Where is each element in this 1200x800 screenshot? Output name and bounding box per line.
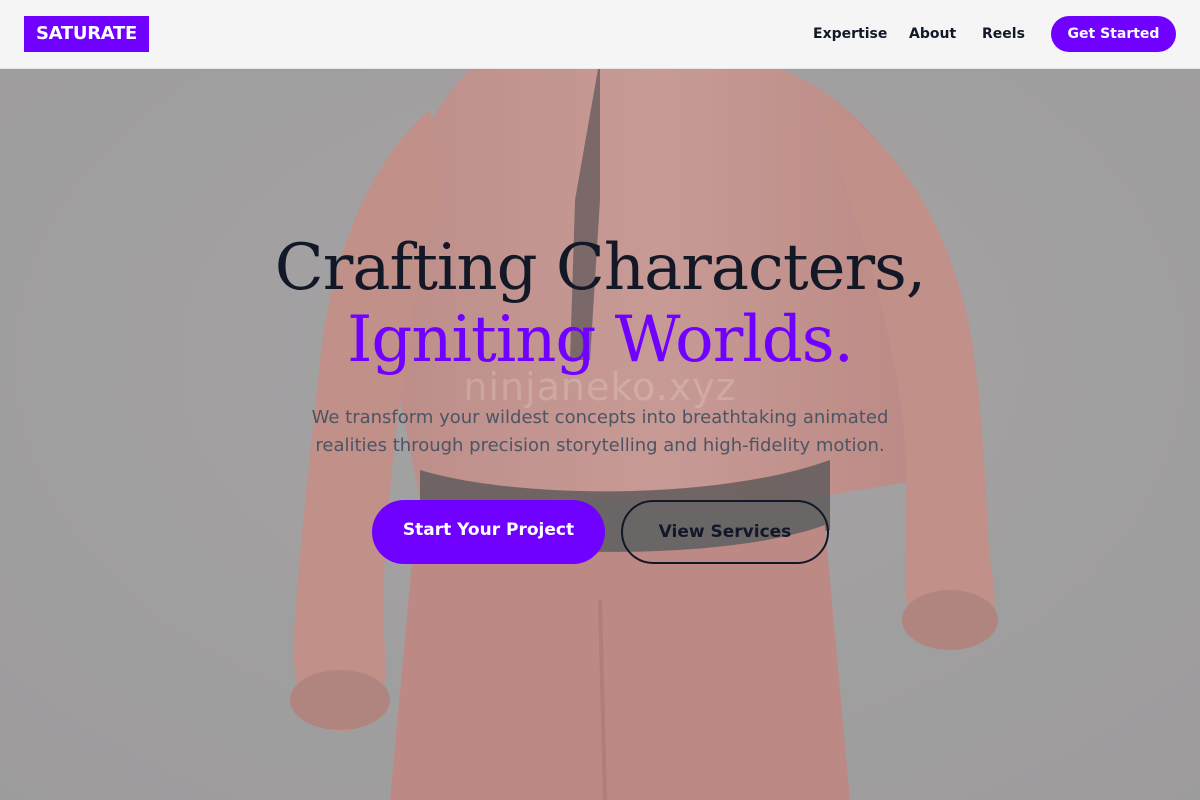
- brand-logo[interactable]: SATURATE: [24, 16, 149, 52]
- hero-headline: Crafting Characters, Igniting Worlds.: [0, 232, 1200, 376]
- subtitle-line-1: We transform your wildest concepts into …: [311, 407, 889, 428]
- headline-line-1: Crafting Characters,: [274, 231, 926, 305]
- get-started-button[interactable]: Get Started: [1051, 16, 1176, 52]
- subtitle-line-2: realities through precision storytelling…: [315, 435, 885, 456]
- start-project-button[interactable]: Start Your Project: [372, 500, 605, 564]
- nav-link-expertise[interactable]: Expertise: [813, 25, 887, 43]
- watermark-text: ninjaneko.xyz: [463, 365, 737, 409]
- view-services-button[interactable]: View Services: [621, 500, 829, 564]
- hero-subtitle: We transform your wildest concepts into …: [290, 404, 910, 460]
- nav-link-reels[interactable]: Reels: [982, 25, 1025, 43]
- top-navbar: SATURATE Expertise About Reels Get Start…: [0, 0, 1200, 69]
- nav-link-about[interactable]: About: [909, 25, 956, 43]
